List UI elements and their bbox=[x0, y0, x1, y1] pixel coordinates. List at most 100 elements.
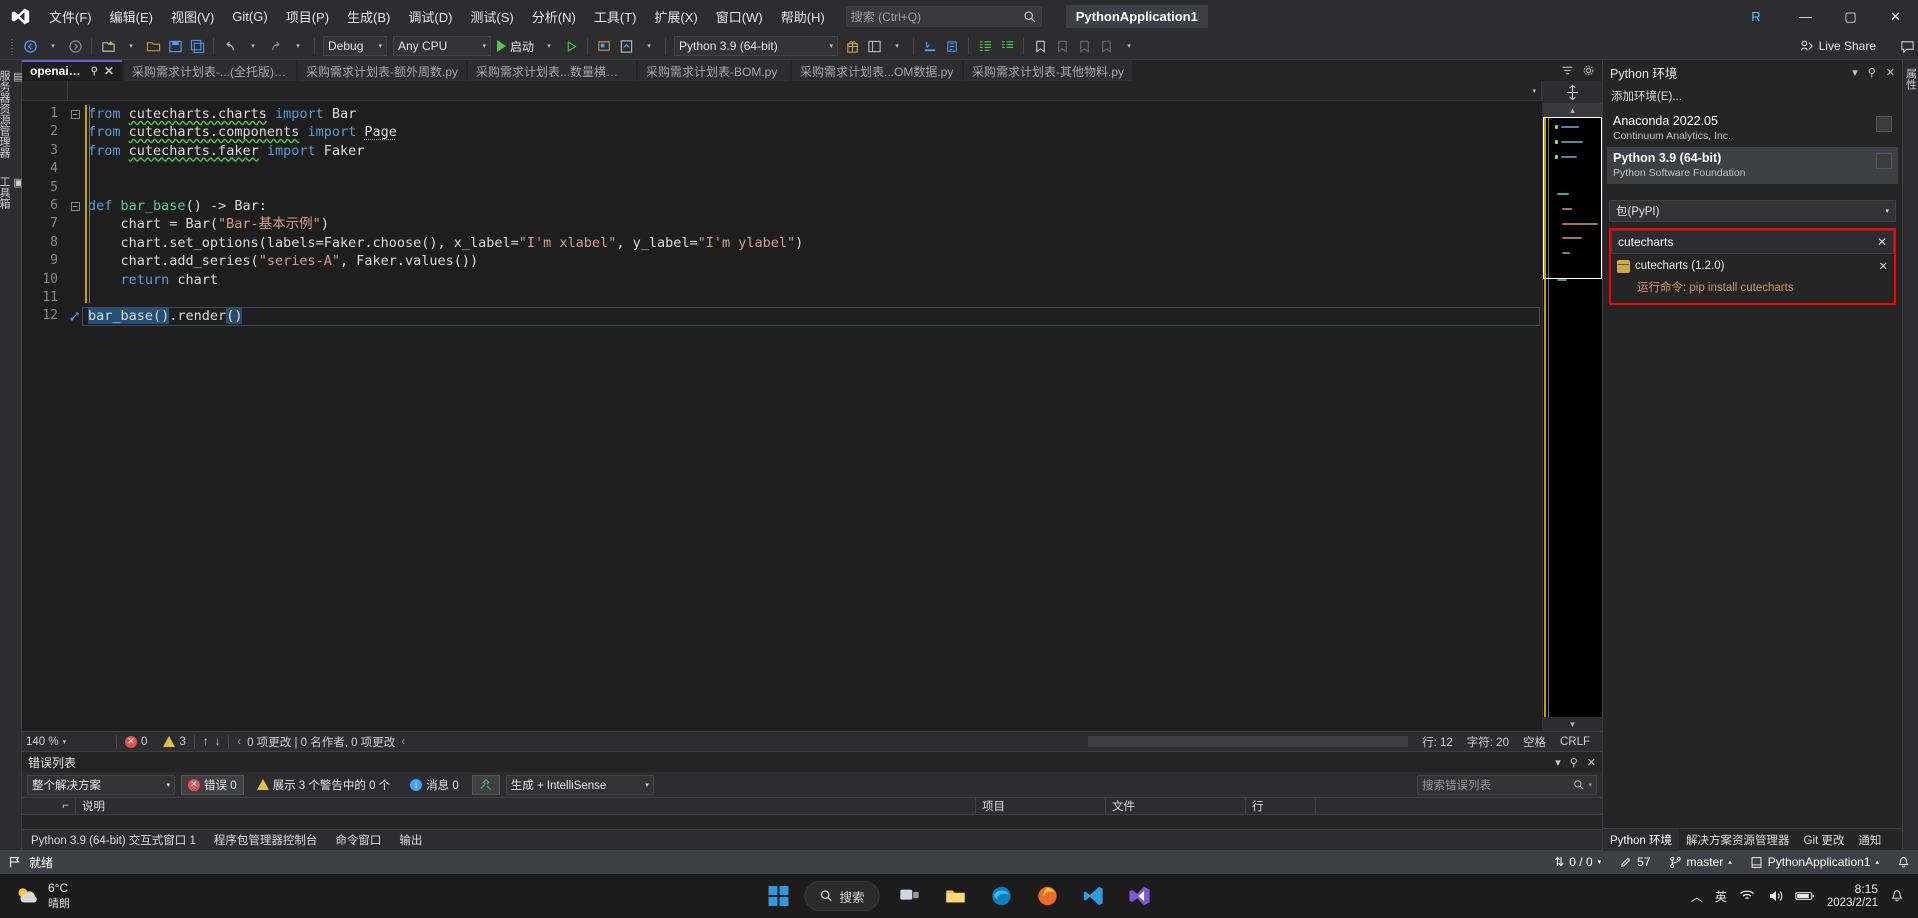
horizontal-scrollbar[interactable] bbox=[1088, 736, 1408, 747]
bottom-tab-interactive-window[interactable]: Python 3.9 (64-bit) 交互式窗口 1 bbox=[22, 830, 205, 851]
window-layout-icon[interactable] bbox=[863, 35, 885, 57]
tab-list-icon[interactable] bbox=[1561, 64, 1574, 77]
zoom-control[interactable]: 140 % ▾ bbox=[26, 736, 108, 748]
code-editor[interactable]: ▾ 1 − from cutecharts.charts import Bar bbox=[22, 81, 1542, 731]
feedback-icon[interactable] bbox=[1896, 35, 1918, 57]
minimap-panel[interactable]: ▲ ▼ bbox=[1542, 81, 1602, 731]
status-branch[interactable]: master ▴ bbox=[1669, 855, 1732, 869]
status-pending-count[interactable]: 57 bbox=[1619, 855, 1650, 869]
tab-purchase-full[interactable]: 采购需求计划表-...(全托版).py bbox=[124, 60, 296, 81]
live-share-button[interactable]: Live Share bbox=[1800, 39, 1886, 53]
volume-icon[interactable] bbox=[1767, 888, 1783, 904]
navigate-backward-icon[interactable] bbox=[19, 35, 41, 57]
arrow-down-icon[interactable]: ↓ bbox=[215, 736, 221, 748]
menu-project[interactable]: 项目(P) bbox=[277, 0, 338, 33]
chevron-right-icon[interactable]: ‹ bbox=[401, 736, 405, 748]
new-project-icon[interactable] bbox=[97, 35, 119, 57]
status-notifications[interactable] bbox=[1897, 856, 1910, 869]
menu-edit[interactable]: 编辑(E) bbox=[101, 0, 162, 33]
account-avatar[interactable]: R bbox=[1743, 4, 1769, 30]
column-sort-icon[interactable]: ⌐ bbox=[22, 797, 76, 815]
task-view-icon[interactable] bbox=[890, 876, 930, 916]
menu-git[interactable]: Git(G) bbox=[223, 0, 276, 33]
new-project-dropdown[interactable]: ▾ bbox=[120, 35, 142, 57]
dock-tab-notifications[interactable]: 通知 bbox=[1851, 829, 1888, 851]
clear-bookmarks-icon[interactable] bbox=[1095, 35, 1117, 57]
save-icon[interactable] bbox=[164, 35, 186, 57]
column-description[interactable]: 说明 bbox=[76, 797, 976, 815]
environment-row-anaconda[interactable]: Anaconda 2022.05 Continuum Analytics, In… bbox=[1607, 110, 1898, 147]
weather-widget[interactable]: 6°C 晴朗 bbox=[0, 881, 70, 911]
environment-settings-icon[interactable] bbox=[1876, 153, 1892, 169]
notification-center-icon[interactable] bbox=[1890, 889, 1904, 903]
interpreter-combo[interactable]: Python 3.9 (64-bit) ▾ bbox=[674, 36, 838, 56]
tab-purchase-bom[interactable]: 采购需求计划表-BOM.py bbox=[638, 60, 790, 81]
toolbar-grip[interactable] bbox=[9, 37, 16, 56]
start-without-debug-icon[interactable] bbox=[560, 35, 582, 57]
next-bookmark-icon[interactable] bbox=[1073, 35, 1095, 57]
warnings-filter-chip[interactable]: 展示 3 个警告中的 0 个 bbox=[250, 775, 398, 795]
dropdown-icon[interactable]: ▾ bbox=[1852, 66, 1858, 79]
tab-purchase-om-data[interactable]: 采购需求计划表...OM数据.py bbox=[792, 60, 962, 81]
sidebar-item-properties[interactable]: 属性 bbox=[1903, 64, 1918, 94]
clear-icon[interactable]: ✕ bbox=[1877, 235, 1887, 249]
menu-view[interactable]: 视图(V) bbox=[162, 0, 223, 33]
undo-icon[interactable] bbox=[219, 35, 241, 57]
code-nav-arrows[interactable]: ↑ ↓ bbox=[203, 736, 221, 748]
taskbar-search[interactable]: 搜索 bbox=[804, 881, 879, 911]
package-install-command[interactable]: 运行命令: pip install cutecharts bbox=[1617, 273, 1888, 295]
vscode-icon[interactable] bbox=[1074, 876, 1114, 916]
status-repository[interactable]: PythonApplication1 ▴ bbox=[1750, 855, 1879, 869]
dock-tab-git-changes[interactable]: Git 更改 bbox=[1797, 829, 1852, 851]
firefox-icon[interactable] bbox=[1028, 876, 1068, 916]
tab-purchase-extra-weeks[interactable]: 采购需求计划表-额外周数.py bbox=[298, 60, 466, 81]
network-icon[interactable] bbox=[1739, 888, 1755, 904]
minimap-scroll-up[interactable]: ▲ bbox=[1543, 103, 1602, 117]
error-search-input[interactable]: 搜索错误列表 ▾ bbox=[1417, 775, 1597, 795]
select-startup-item-icon[interactable] bbox=[615, 35, 637, 57]
quick-launch-search[interactable]: 搜索 (Ctrl+Q) bbox=[846, 6, 1042, 27]
redo-icon[interactable] bbox=[264, 35, 286, 57]
previous-bookmark-icon[interactable] bbox=[1051, 35, 1073, 57]
menu-tools[interactable]: 工具(T) bbox=[585, 0, 646, 33]
bottom-tab-output[interactable]: 输出 bbox=[390, 830, 431, 851]
open-file-icon[interactable] bbox=[142, 35, 164, 57]
build-filter-combo[interactable]: 生成 + IntelliSense ▾ bbox=[506, 775, 654, 795]
taskbar-clock[interactable]: 8:15 2023/2/21 bbox=[1827, 882, 1878, 910]
battery-icon[interactable] bbox=[1795, 889, 1815, 903]
column-line[interactable]: 行 bbox=[1246, 797, 1316, 815]
dock-tab-python-environments[interactable]: Python 环境 bbox=[1603, 829, 1679, 851]
step-into-icon[interactable] bbox=[919, 35, 941, 57]
codelens-changes[interactable]: ‹ 0 项更改 | 0 名作者, 0 项更改 ‹ bbox=[237, 734, 405, 750]
minimap-scroll-down[interactable]: ▼ bbox=[1543, 717, 1602, 731]
add-environment-link[interactable]: 添加环境(E)... bbox=[1603, 84, 1902, 110]
menu-file[interactable]: 文件(F) bbox=[40, 0, 101, 33]
ime-language-indicator[interactable]: 英 bbox=[1715, 888, 1727, 905]
pin-icon[interactable]: ⚲ bbox=[1868, 66, 1876, 79]
dock-tab-solution-explorer[interactable]: 解决方案资源管理器 bbox=[1679, 829, 1797, 851]
outlining-toggle[interactable]: − bbox=[66, 202, 84, 211]
toolbar-overflow-button[interactable]: ▾ bbox=[1118, 35, 1140, 57]
menu-extensions[interactable]: 扩展(X) bbox=[645, 0, 706, 33]
menu-debug[interactable]: 调试(D) bbox=[399, 0, 461, 33]
messages-filter-chip[interactable]: i 消息 0 bbox=[403, 775, 466, 795]
package-search-input[interactable]: cutecharts ✕ bbox=[1611, 230, 1894, 254]
environment-row-python39[interactable]: Python 3.9 (64-bit) Python Software Foun… bbox=[1607, 147, 1898, 184]
close-icon[interactable]: ✕ bbox=[104, 64, 114, 78]
nav-scope-dropdown[interactable]: ▾ bbox=[68, 81, 1542, 101]
bottom-tab-command-window[interactable]: 命令窗口 bbox=[326, 830, 390, 851]
warning-count-indicator[interactable]: 3 bbox=[163, 736, 185, 748]
close-button[interactable]: ✕ bbox=[1873, 0, 1918, 33]
visual-studio-icon[interactable] bbox=[1120, 876, 1160, 916]
undo-dropdown[interactable]: ▾ bbox=[242, 35, 264, 57]
column-project[interactable]: 项目 bbox=[976, 797, 1106, 815]
menu-help[interactable]: 帮助(H) bbox=[772, 0, 834, 33]
comment-icon[interactable] bbox=[974, 35, 996, 57]
remove-icon[interactable]: ✕ bbox=[1878, 259, 1888, 273]
step-over-icon[interactable] bbox=[941, 35, 963, 57]
errors-filter-chip[interactable]: ✕ 错误 0 bbox=[181, 775, 244, 795]
arrow-up-icon[interactable]: ↑ bbox=[203, 736, 209, 748]
close-icon[interactable]: ✕ bbox=[1587, 756, 1596, 769]
code-text-area[interactable]: 1 − from cutecharts.charts import Bar 2 … bbox=[22, 101, 1542, 731]
pin-icon[interactable]: ⚲ bbox=[1570, 756, 1578, 769]
